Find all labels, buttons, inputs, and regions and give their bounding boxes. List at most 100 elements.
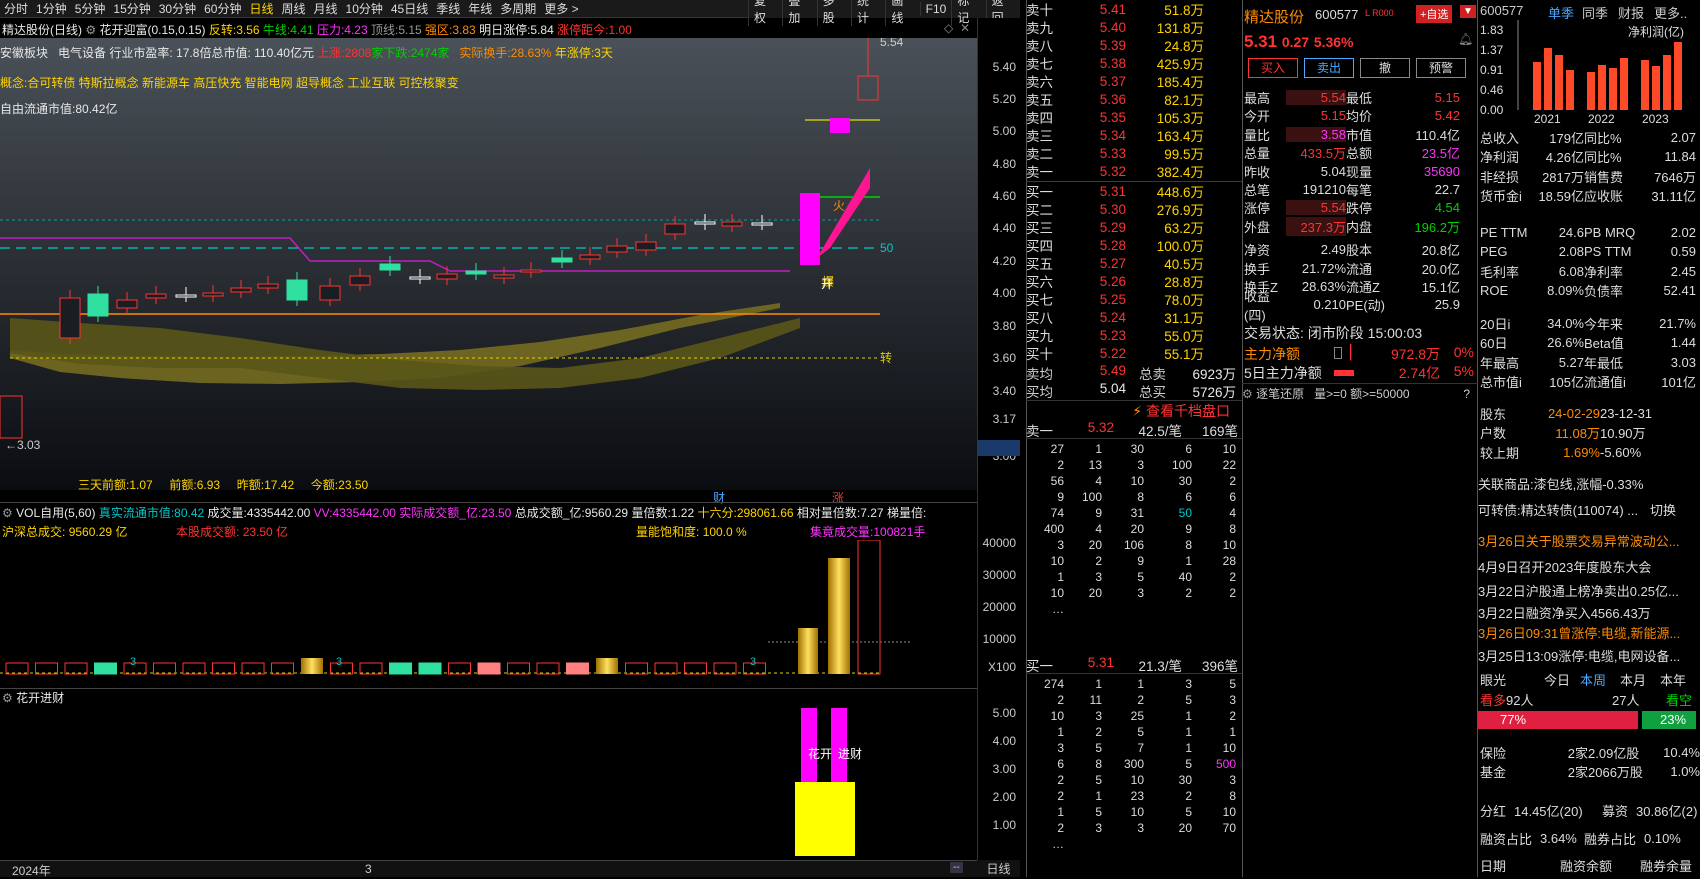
kankong-count: 27人 bbox=[1612, 692, 1640, 708]
ask-row[interactable]: 卖三 5.34 163.4万 bbox=[1026, 126, 1242, 145]
tick-cell: 70 bbox=[1222, 821, 1236, 835]
period-tab-7[interactable]: 周线 bbox=[281, 0, 305, 17]
vol-title: VOL自用(5,60) bbox=[16, 506, 96, 520]
zbhy-label[interactable]: 逐笔还原 bbox=[1256, 385, 1304, 402]
bid-row[interactable]: 买九 5.23 55.0万 bbox=[1026, 326, 1242, 345]
period-tab-9[interactable]: 10分钟 bbox=[346, 0, 383, 17]
news-item[interactable]: 3月22日沪股通上榜净卖出0.25亿... bbox=[1478, 580, 1700, 600]
period-tab-12[interactable]: 年线 bbox=[468, 0, 492, 17]
ask-row[interactable]: 卖五 5.36 82.1万 bbox=[1026, 90, 1242, 109]
period-tab-6[interactable]: 日线 bbox=[249, 0, 273, 17]
period-tab-11[interactable]: 季线 bbox=[436, 0, 460, 17]
hk-settings-icon[interactable]: ⚙ bbox=[2, 691, 13, 705]
ask-row[interactable]: 卖七 5.38 425.9万 bbox=[1026, 54, 1242, 73]
bid-row[interactable]: 买八 5.24 31.1万 bbox=[1026, 308, 1242, 327]
news-item[interactable]: 3月26日09:31曾涨停:电缆,新能源... bbox=[1478, 622, 1700, 642]
news-item[interactable]: 3月25日13:09涨停:电缆,电网设备... bbox=[1478, 645, 1700, 665]
cancel-button[interactable]: 撤 bbox=[1360, 58, 1410, 78]
news-item[interactable]: 3月22日融资净买入4566.43万 bbox=[1478, 602, 1700, 622]
chart-tool-4[interactable]: 画线 bbox=[885, 0, 919, 26]
ask-row[interactable]: 卖四 5.35 105.3万 bbox=[1026, 108, 1242, 127]
chart-tool-3[interactable]: 统计 bbox=[851, 0, 885, 26]
bid-row[interactable]: 买三 5.29 63.2万 bbox=[1026, 218, 1242, 237]
zbhy-settings-icon[interactable]: ⚙ bbox=[1242, 387, 1253, 401]
bid-row[interactable]: 买十 5.22 55.1万 bbox=[1026, 344, 1242, 363]
help-icon[interactable]: ? bbox=[1463, 387, 1478, 401]
axis-toggle[interactable]: -- bbox=[950, 862, 963, 873]
bid-row[interactable]: 买四 5.28 100.0万 bbox=[1026, 236, 1242, 255]
dropdown-icon[interactable]: ▼ bbox=[1460, 5, 1476, 18]
ask-row[interactable]: 卖十 5.41 51.8万 bbox=[1026, 0, 1242, 19]
vol-settings-icon[interactable]: ⚙ bbox=[2, 506, 13, 520]
chart-tool-0[interactable]: 复权 bbox=[748, 0, 782, 26]
period-tab-8[interactable]: 月线 bbox=[314, 0, 338, 17]
tick-cell: 1 bbox=[1185, 741, 1192, 755]
news-item[interactable]: 3月26日关于股票交易异常波动公... bbox=[1478, 530, 1700, 550]
related-goods[interactable]: 关联商品:漆包线,涨幅-0.33% bbox=[1478, 473, 1700, 493]
add-watchlist-button[interactable]: +自选 bbox=[1416, 5, 1453, 23]
hs-label: 沪深总成交: bbox=[2, 525, 66, 539]
period-tab-0[interactable]: 分时 bbox=[4, 0, 28, 17]
bid-row[interactable]: 买五 5.27 40.5万 bbox=[1026, 254, 1242, 273]
candle-body bbox=[286, 279, 308, 301]
bg-label: 本股成交额: bbox=[176, 525, 240, 539]
tick-cell: 2 bbox=[1057, 821, 1064, 835]
period-tab-14[interactable]: 更多 > bbox=[544, 0, 578, 17]
sell-button[interactable]: 卖出 bbox=[1304, 58, 1354, 78]
yanguang-tab[interactable]: 今日 bbox=[1542, 670, 1578, 689]
zl5-value: 2.74亿 bbox=[1398, 365, 1440, 381]
period-tab-10[interactable]: 45日线 bbox=[391, 0, 428, 17]
finance-row: 60日 26.6% Beta值 1.44 bbox=[1478, 333, 1700, 353]
chart-tool-1[interactable]: 叠加 bbox=[782, 0, 816, 26]
settings-icon[interactable]: ⚙ bbox=[85, 23, 96, 37]
yanguang-tab[interactable]: 本周 bbox=[1578, 670, 1618, 689]
period-tab-13[interactable]: 多周期 bbox=[500, 0, 536, 17]
yanguang-tab[interactable]: 本月 bbox=[1618, 670, 1658, 689]
yanguang-tab[interactable]: 本年 bbox=[1658, 670, 1698, 689]
rz-col-header[interactable]: 融券余量 bbox=[1638, 856, 1700, 875]
ob-divider bbox=[1026, 181, 1242, 182]
rz-col-header[interactable]: 日期 bbox=[1478, 856, 1558, 875]
period-tab-3[interactable]: 15分钟 bbox=[113, 0, 150, 17]
price-chart[interactable]: 5.54 50 转 火 爆 开 ←3.03 bbox=[0, 38, 977, 490]
bid-row[interactable]: 买七 5.25 78.0万 bbox=[1026, 290, 1242, 309]
period-tab-1[interactable]: 1分钟 bbox=[36, 0, 67, 17]
ask-row[interactable]: 卖九 5.40 131.8万 bbox=[1026, 18, 1242, 37]
bid-row[interactable]: 买一 5.31 448.6万 bbox=[1026, 182, 1242, 201]
hk-title-line: ⚙ 花开进财 bbox=[2, 689, 64, 706]
qiandang-link[interactable]: ⚡ 查看千档盘口 bbox=[1026, 400, 1242, 420]
period-tab-2[interactable]: 5分钟 bbox=[75, 0, 106, 17]
zbhy-filter[interactable]: 量>=0 额>=50000 bbox=[1314, 385, 1409, 402]
chart-tool-2[interactable]: 多股 bbox=[816, 0, 851, 26]
news-item[interactable]: 4月9日召开2023年度股东大会 bbox=[1478, 556, 1700, 576]
alert-button[interactable]: 预警 bbox=[1416, 58, 1466, 78]
close-icon[interactable]: ✕ bbox=[960, 21, 970, 35]
tick-row: 56 4 10 30 2 bbox=[1026, 474, 1242, 490]
bid-row[interactable]: 买二 5.30 276.9万 bbox=[1026, 200, 1242, 219]
period-tab-4[interactable]: 30分钟 bbox=[159, 0, 196, 17]
finance-cell: 净利润 bbox=[1480, 150, 1520, 165]
period-tab-5[interactable]: 60分钟 bbox=[204, 0, 241, 17]
rz-col-header[interactable]: 融资余额 bbox=[1558, 856, 1638, 875]
tick-cell: 5 bbox=[1185, 805, 1192, 819]
tick-cell: 5 bbox=[1137, 570, 1144, 584]
ask-row[interactable]: 卖一 5.32 382.4万 bbox=[1026, 162, 1242, 181]
ask-row[interactable]: 卖二 5.33 99.5万 bbox=[1026, 144, 1242, 163]
tick-cell: 8 bbox=[1185, 538, 1192, 552]
switch-button[interactable]: 切换 bbox=[1650, 499, 1700, 519]
zl-chart-icon[interactable] bbox=[1334, 347, 1342, 359]
ask-row[interactable]: 卖八 5.39 24.8万 bbox=[1026, 36, 1242, 55]
profit-chart[interactable]: 1.83 1.37 0.91 0.46 0.00 净利润(亿) 2021 2022 2023 bbox=[1478, 20, 1700, 124]
hk-chart[interactable]: 花开 进财 bbox=[0, 706, 977, 858]
ask-row[interactable]: 卖六 5.37 185.4万 bbox=[1026, 72, 1242, 91]
bell-icon[interactable]: 🔔︎ bbox=[1458, 32, 1473, 46]
bid-row[interactable]: 买六 5.26 28.8万 bbox=[1026, 272, 1242, 291]
quote-cell: 5.54 bbox=[1286, 200, 1346, 216]
diamond-icon[interactable]: ◇ bbox=[944, 21, 953, 35]
buy-button[interactable]: 买入 bbox=[1248, 58, 1298, 78]
kai-label: 开 bbox=[821, 277, 833, 291]
tick-row: 10 2 9 1 28 bbox=[1026, 554, 1242, 570]
volume-chart[interactable]: 3 3 3 bbox=[0, 540, 977, 686]
period-label[interactable]: 日线 bbox=[977, 860, 1020, 877]
chart-tool-5[interactable]: F10 bbox=[919, 2, 952, 16]
